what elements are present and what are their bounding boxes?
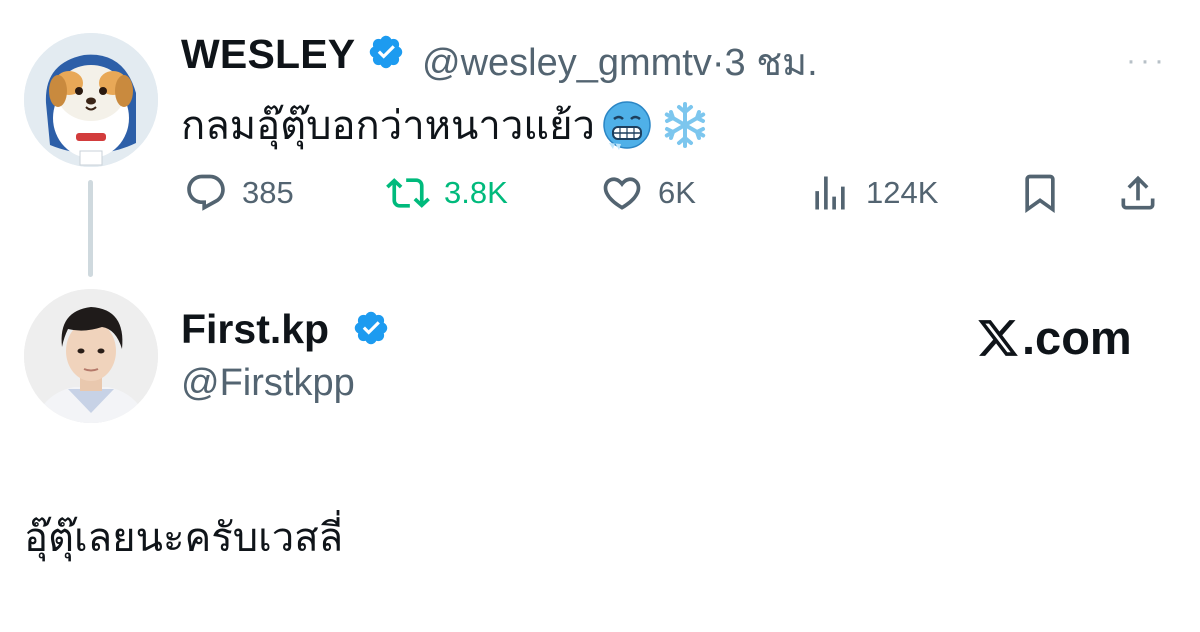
first-kp-avatar[interactable] bbox=[24, 289, 158, 423]
bookmark-button[interactable] bbox=[1018, 167, 1062, 219]
author-meta: @wesley_gmmtv·3 ชม. bbox=[422, 31, 818, 92]
reply-count: 385 bbox=[242, 175, 294, 210]
cold-face-icon bbox=[601, 99, 653, 151]
reply-icon bbox=[187, 174, 225, 211]
views-count: 124K bbox=[866, 175, 939, 210]
heart-icon bbox=[603, 177, 641, 210]
share-icon bbox=[1121, 175, 1155, 210]
tweet-text: กลมอุ๊ตุ๊บอกว่าหนาวแย้ว bbox=[181, 93, 711, 157]
reply-author-name[interactable]: First.kp bbox=[181, 306, 329, 353]
share-button[interactable] bbox=[1116, 167, 1160, 219]
reply-button[interactable]: 385 bbox=[184, 167, 294, 219]
snowflake-icon bbox=[659, 99, 711, 151]
profile-photo bbox=[24, 289, 158, 423]
wesley-avatar[interactable] bbox=[24, 33, 158, 167]
meta-separator: · bbox=[711, 42, 725, 84]
retweet-count: 3.8K bbox=[444, 175, 508, 210]
author-handle[interactable]: @wesley_gmmtv bbox=[422, 42, 712, 84]
reply-text: อุ๊ตุ๊เลยนะครับเวสลี่ bbox=[24, 516, 344, 560]
author-name[interactable]: WESLEY bbox=[181, 31, 355, 78]
retweet-icon bbox=[386, 178, 430, 208]
logo-text: .com bbox=[1022, 311, 1132, 364]
verified-badge-icon bbox=[352, 309, 390, 347]
bookmark-icon bbox=[1025, 174, 1055, 214]
reply-author-handle[interactable]: @Firstkpp bbox=[181, 362, 355, 405]
analytics-icon bbox=[815, 176, 845, 210]
thread-line bbox=[88, 180, 93, 277]
retweet-button[interactable]: 3.8K bbox=[386, 167, 508, 219]
more-options-icon[interactable]: ··· bbox=[1126, 44, 1168, 78]
verified-badge-icon bbox=[367, 33, 405, 71]
like-button[interactable]: 6K bbox=[600, 167, 696, 219]
like-count: 6K bbox=[658, 175, 696, 210]
tweet-text-body: กลมอุ๊ตุ๊บอกว่าหนาวแย้ว bbox=[181, 104, 595, 148]
mascot-image bbox=[24, 33, 158, 167]
views-button[interactable]: 124K bbox=[808, 167, 938, 219]
x-logo-icon bbox=[978, 319, 1018, 356]
tweet-time[interactable]: 3 ชม. bbox=[725, 42, 818, 84]
x-com-logo: .com bbox=[976, 310, 1132, 365]
